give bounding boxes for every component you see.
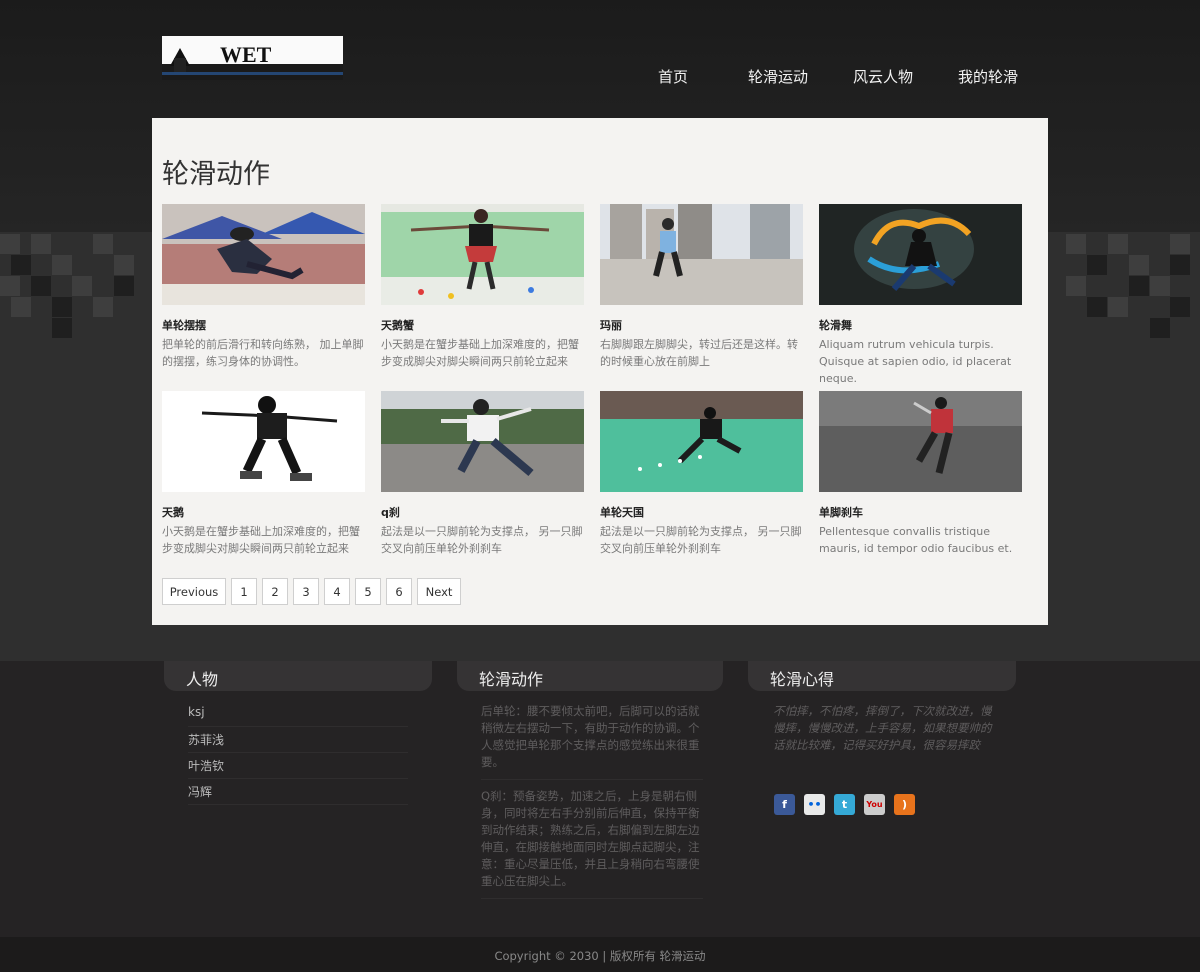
card-description: 小天鹅是在蟹步基础上加深难度的，把蟹步变成脚尖对脚尖瞬间两只前轮立起来: [381, 338, 579, 368]
people-item[interactable]: 叶浩钦: [188, 753, 408, 779]
nav-item-my-skating[interactable]: 我的轮滑: [958, 66, 1018, 87]
moves-paragraph: 后单轮：腰不要倾太前吧，后脚可以的话就稍微左右摆动一下，有助于动作的协调。个人感…: [481, 703, 703, 780]
card-title: 单脚刹车: [819, 506, 863, 519]
svg-text:WET: WET: [220, 42, 272, 67]
footer-experience-title: 轮滑心得: [770, 670, 835, 689]
moves-text: 后单轮：腰不要倾太前吧，后脚可以的话就稍微左右摆动一下，有助于动作的协调。个人感…: [481, 703, 703, 907]
nav-item-skating[interactable]: 轮滑运动: [748, 66, 808, 87]
experience-quote: 不怕摔，不怕疼，摔倒了，下次就改进，慢慢摔，慢慢改进，上手容易，如果想要帅的话就…: [773, 704, 992, 752]
footer-moves-title: 轮滑动作: [479, 670, 544, 689]
gallery-card[interactable]: 玛丽 右脚脚跟左脚脚尖，转过后还是这样。转的时候重心放在前脚上: [600, 204, 803, 370]
page-1-button[interactable]: 1: [231, 578, 257, 605]
card-title: 轮滑舞: [819, 319, 852, 332]
card-description: Aliquam rutrum vehicula turpis. Quisque …: [819, 338, 1012, 385]
gallery-card[interactable]: 单轮摆摆 把单轮的前后滑行和转向练熟， 加上单脚的摆摆，练习身体的协调性。: [162, 204, 365, 370]
card-description: 把单轮的前后滑行和转向练熟， 加上单脚的摆摆，练习身体的协调性。: [162, 338, 364, 368]
people-item[interactable]: ksj: [188, 701, 408, 727]
card-title: q刹: [381, 506, 400, 519]
page-3-button[interactable]: 3: [293, 578, 319, 605]
page-title: 轮滑动作: [162, 159, 270, 190]
checker-pattern-right: [1048, 234, 1200, 338]
card-title: 单轮天国: [600, 506, 644, 519]
content-panel: 轮滑动作 单轮摆摆 把单轮的前后滑行和转向练熟， 加上单脚的摆摆，练习身体的协调…: [152, 118, 1048, 625]
copyright-text: Copyright © 2030 | 版权所有 轮滑运动: [494, 949, 706, 963]
facebook-icon[interactable]: f: [774, 794, 795, 815]
copyright-bar: Copyright © 2030 | 版权所有 轮滑运动: [0, 937, 1200, 972]
gallery-card[interactable]: 轮滑舞 Aliquam rutrum vehicula turpis. Quis…: [819, 204, 1022, 387]
page-6-button[interactable]: 6: [386, 578, 412, 605]
footer-tab-moves: 轮滑动作: [457, 661, 723, 691]
skater-photo[interactable]: [381, 204, 584, 305]
footer-tab-people: 人物: [164, 661, 432, 691]
skater-photo[interactable]: [600, 204, 803, 305]
skater-photo[interactable]: [381, 391, 584, 492]
nav-item-home[interactable]: 首页: [658, 66, 688, 87]
page-4-button[interactable]: 4: [324, 578, 350, 605]
people-item[interactable]: 苏菲浅: [188, 727, 408, 753]
card-title: 天鹅蟹: [381, 319, 414, 332]
footer: 人物 轮滑动作 轮滑心得 ksj 苏菲浅 叶浩钦 冯辉 后单轮：腰不要倾太前吧，…: [0, 661, 1200, 937]
skater-photo[interactable]: [162, 204, 365, 305]
card-description: 小天鹅是在蟹步基础上加深难度的，把蟹步变成脚尖对脚尖瞬间两只前轮立起来: [162, 525, 360, 555]
footer-tab-experience: 轮滑心得: [748, 661, 1016, 691]
card-title: 单轮摆摆: [162, 319, 206, 332]
footer-people-title: 人物: [186, 670, 219, 689]
card-description: Pellentesque convallis tristique mauris,…: [819, 525, 1013, 555]
gallery-card[interactable]: 单脚刹车 Pellentesque convallis tristique ma…: [819, 391, 1022, 557]
next-page-button[interactable]: Next: [417, 578, 461, 605]
skater-photo[interactable]: [162, 391, 365, 492]
card-description: 起法是以一只脚前轮为支撑点， 另一只脚交叉向前压单轮外刹刹车: [381, 525, 583, 555]
twitter-icon[interactable]: t: [834, 794, 855, 815]
nav-item-people[interactable]: 风云人物: [853, 66, 913, 87]
gallery-card[interactable]: 天鹅 小天鹅是在蟹步基础上加深难度的，把蟹步变成脚尖对脚尖瞬间两只前轮立起来: [162, 391, 365, 557]
dancer-photo[interactable]: [819, 204, 1022, 305]
flickr-icon[interactable]: ••: [804, 794, 825, 815]
people-list: ksj 苏菲浅 叶浩钦 冯辉: [188, 701, 408, 805]
youtube-icon[interactable]: You: [864, 794, 885, 815]
card-title: 玛丽: [600, 319, 622, 332]
card-title: 天鹅: [162, 506, 184, 519]
card-description: 右脚脚跟左脚脚尖，转过后还是这样。转的时候重心放在前脚上: [600, 338, 798, 368]
checker-pattern-left: [0, 234, 152, 338]
previous-page-button[interactable]: Previous: [162, 578, 226, 605]
skater-photo[interactable]: [600, 391, 803, 492]
gallery-card[interactable]: q刹 起法是以一只脚前轮为支撑点， 另一只脚交叉向前压单轮外刹刹车: [381, 391, 584, 557]
main-nav: 首页 轮滑运动 风云人物 我的轮滑: [0, 66, 1200, 90]
skater-photo[interactable]: [819, 391, 1022, 492]
rss-icon[interactable]: ): [894, 794, 915, 815]
gallery-card[interactable]: 天鹅蟹 小天鹅是在蟹步基础上加深难度的，把蟹步变成脚尖对脚尖瞬间两只前轮立起来: [381, 204, 584, 370]
page-2-button[interactable]: 2: [262, 578, 288, 605]
moves-paragraph: Q刹：预备姿势，加速之后，上身是朝右侧身，同时将左右手分别前后伸直，保持平衡到动…: [481, 788, 703, 899]
card-description: 起法是以一只脚前轮为支撑点， 另一只脚交叉向前压单轮外刹刹车: [600, 525, 802, 555]
people-item[interactable]: 冯辉: [188, 779, 408, 805]
gallery-card[interactable]: 单轮天国 起法是以一只脚前轮为支撑点， 另一只脚交叉向前压单轮外刹刹车: [600, 391, 803, 557]
page-5-button[interactable]: 5: [355, 578, 381, 605]
